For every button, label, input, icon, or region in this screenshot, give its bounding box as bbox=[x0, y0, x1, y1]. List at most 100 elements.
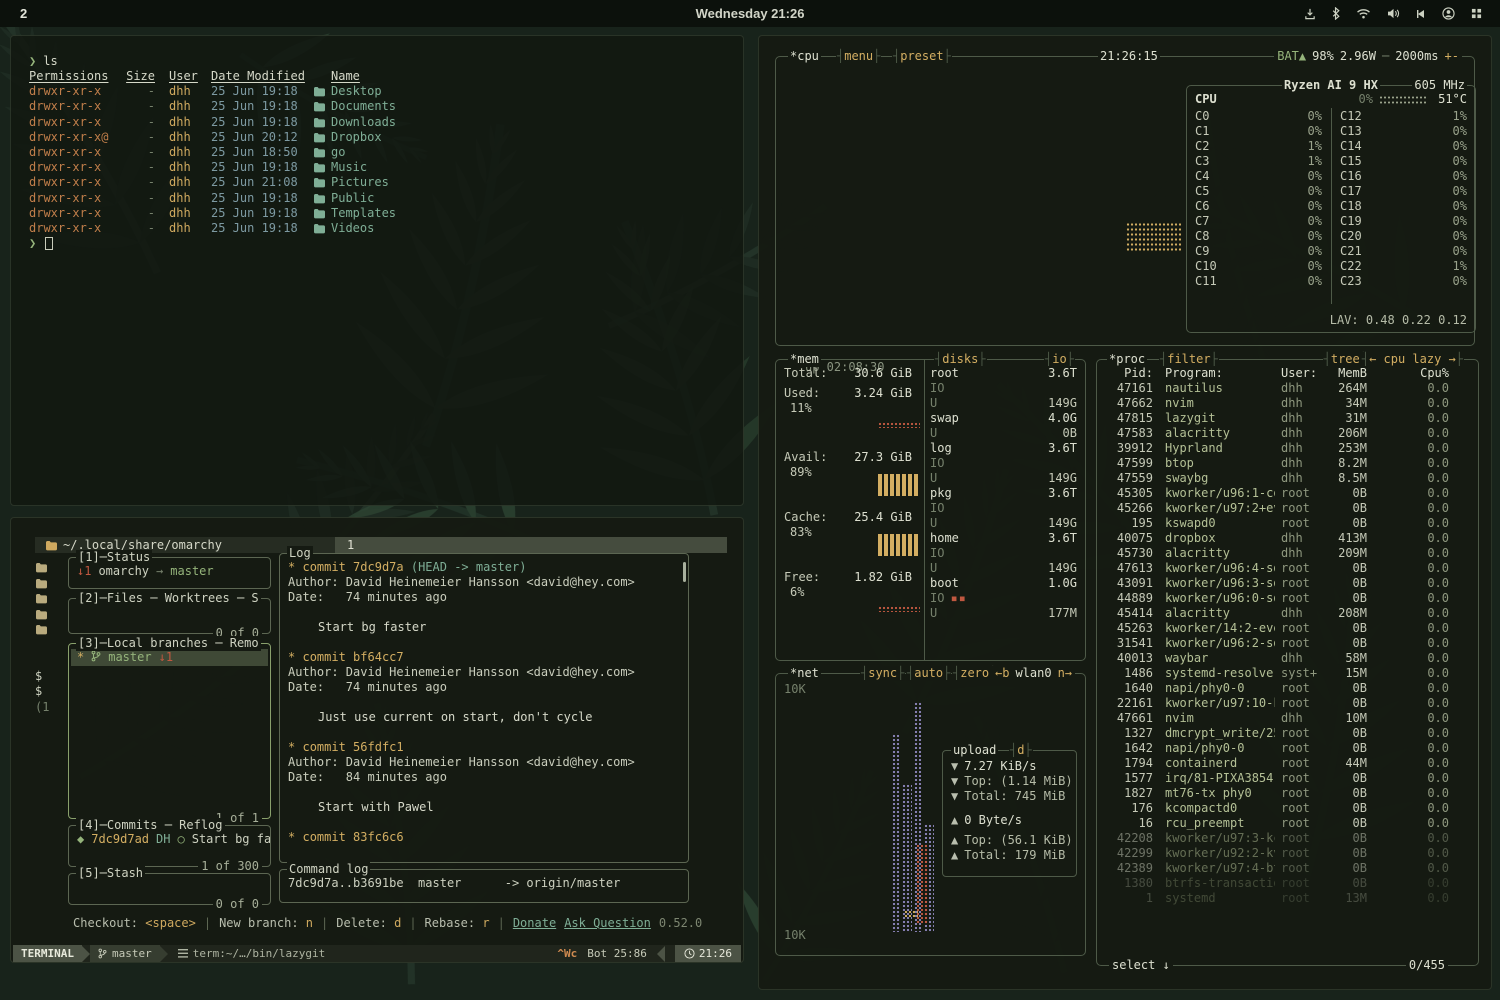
process-row[interactable]: 1 systemd root 13M 0.0 bbox=[1103, 891, 1449, 906]
process-row[interactable]: 1827 mt76-tx phy0 root 0B 0.0 bbox=[1103, 786, 1449, 801]
ask-question-link[interactable]: Ask Question bbox=[564, 916, 651, 931]
commit-entry[interactable]: * commit 83fc6c6 bbox=[288, 830, 678, 858]
commit-entry[interactable]: * commit 7dc9d7a (HEAD -> master) Author… bbox=[288, 560, 678, 650]
process-row[interactable]: 42208 kworker/u97:3-kc root 0B 0.0 bbox=[1103, 831, 1449, 846]
panel-local-branches[interactable]: [3]─Local branches ─ Remo * master ↓1 1 … bbox=[68, 643, 271, 819]
sync-button[interactable]: sync bbox=[860, 666, 905, 681]
header-user[interactable]: User: bbox=[1281, 366, 1327, 381]
process-row[interactable]: 31541 kworker/u96:2-sd root 0B 0.0 bbox=[1103, 636, 1449, 651]
process-row[interactable]: 42299 kworker/u92:2-kv root 0B 0.0 bbox=[1103, 846, 1449, 861]
interval-buttons[interactable]: +- bbox=[1445, 49, 1459, 64]
zero-button[interactable]: zero bbox=[952, 666, 997, 681]
donate-link[interactable]: Donate bbox=[513, 916, 556, 931]
process-row[interactable]: 47661 nvim dhh 10M 0.0 bbox=[1103, 711, 1449, 726]
panel-title[interactable]: [5]─Stash bbox=[76, 866, 145, 881]
preset-button[interactable]: preset bbox=[892, 49, 952, 64]
download-icon[interactable] bbox=[1304, 8, 1316, 20]
mem-box-title[interactable]: *mem bbox=[788, 352, 821, 367]
panel-commits[interactable]: [4]─Commits ─ Reflog ◆ 7dc9d7ad DH ○ Sta… bbox=[68, 825, 271, 867]
pid: 47161 bbox=[1103, 381, 1153, 396]
process-row[interactable]: 47583 alacritty dhh 206M 0.0 bbox=[1103, 426, 1449, 441]
panel-command-log[interactable]: Command log 7dc9d7a..b3691be master -> o… bbox=[279, 869, 689, 903]
panel-title[interactable]: [4]─Commits ─ Reflog bbox=[76, 818, 225, 833]
process-row[interactable]: 195 kswapd0 root 0B 0.0 bbox=[1103, 516, 1449, 531]
process-row[interactable]: 176 kcompactd0 root 0B 0.0 bbox=[1103, 801, 1449, 816]
panel-title[interactable]: Log bbox=[287, 546, 313, 561]
interface-switcher[interactable]: ←b wlan0 n→ bbox=[992, 666, 1075, 681]
process-row[interactable]: 1380 btrfs-transactio root 0B 0.0 bbox=[1103, 876, 1449, 891]
header-memb[interactable]: MemB bbox=[1327, 366, 1367, 381]
header-pid[interactable]: Pid: bbox=[1103, 366, 1153, 381]
process-row[interactable]: 39912 Hyprland dhh 253M 0.0 bbox=[1103, 441, 1449, 456]
disks-toggle[interactable]: disks bbox=[934, 352, 987, 367]
panel-log[interactable]: Log * commit 7dc9d7a (HEAD -> master) Au… bbox=[279, 553, 689, 863]
panel-files[interactable]: [2]─Files ─ Worktrees ─ S 0 of 0 bbox=[68, 598, 271, 634]
process-row[interactable]: 1794 containerd root 44M 0.0 bbox=[1103, 756, 1449, 771]
menu-button[interactable]: menu bbox=[836, 49, 881, 64]
panel-status[interactable]: [1]─Status ↓1 omarchy → master bbox=[68, 557, 271, 589]
panel-title[interactable]: Command log bbox=[287, 862, 370, 877]
process-row[interactable]: 47815 lazygit dhh 31M 0.0 bbox=[1103, 411, 1449, 426]
io-toggle[interactable]: io bbox=[1044, 352, 1075, 367]
process-row[interactable]: 45305 kworker/u96:1-co root 0B 0.0 bbox=[1103, 486, 1449, 501]
process-row[interactable]: 45266 kworker/u97:2+ev root 0B 0.0 bbox=[1103, 501, 1449, 516]
folder-icon[interactable] bbox=[35, 607, 65, 623]
process-row[interactable]: 47613 kworker/u96:4-sd root 0B 0.0 bbox=[1103, 561, 1449, 576]
wifi-icon[interactable] bbox=[1356, 8, 1371, 19]
process-row[interactable]: 45263 kworker/14:2-eve root 0B 0.0 bbox=[1103, 621, 1449, 636]
panel-title[interactable]: [3]─Local branches ─ Remo bbox=[76, 636, 261, 651]
folder-icon[interactable] bbox=[35, 622, 65, 638]
volume-icon[interactable] bbox=[1387, 8, 1400, 19]
process-row[interactable]: 44889 kworker/u96:0-sd root 0B 0.0 bbox=[1103, 591, 1449, 606]
process-row[interactable]: 1640 napi/phy0-0 root 0B 0.0 bbox=[1103, 681, 1449, 696]
prompt-line-input[interactable]: ❯ bbox=[29, 236, 731, 251]
proc-box-title[interactable]: *proc bbox=[1107, 352, 1147, 367]
process-row[interactable]: 1577 irq/81-PIXA3854: root 0B 0.0 bbox=[1103, 771, 1449, 786]
media-prev-icon[interactable] bbox=[1416, 9, 1426, 19]
workspace-indicator[interactable]: 2 bbox=[20, 6, 27, 21]
folder-icon[interactable] bbox=[35, 591, 65, 607]
process-row[interactable]: 47161 nautilus dhh 264M 0.0 bbox=[1103, 381, 1449, 396]
process-row[interactable]: 42389 kworker/u97:4-bt root 0B 0.0 bbox=[1103, 861, 1449, 876]
panel-stash[interactable]: [5]─Stash 0 of 0 bbox=[68, 873, 271, 905]
process-row[interactable]: 45414 alacritty dhh 208M 0.0 bbox=[1103, 606, 1449, 621]
folder-icon[interactable] bbox=[35, 560, 65, 576]
commit-entry[interactable]: * commit 56fdfc1 Author: David Heinemeie… bbox=[288, 740, 678, 830]
panel-title[interactable]: [1]─Status bbox=[76, 550, 152, 565]
bluetooth-icon[interactable] bbox=[1332, 7, 1340, 20]
process-row[interactable]: 16 rcu_preempt root 0B 0.0 bbox=[1103, 816, 1449, 831]
sort-selector[interactable]: ← cpu lazy → bbox=[1361, 352, 1464, 367]
select-button[interactable]: select ↓ bbox=[1109, 958, 1173, 973]
panel-title[interactable]: [2]─Files ─ Worktrees ─ S bbox=[76, 591, 261, 606]
process-row[interactable]: 43091 kworker/u96:3-sd root 0B 0.0 bbox=[1103, 576, 1449, 591]
header-program[interactable]: Program: bbox=[1165, 366, 1275, 381]
process-row[interactable]: 22161 kworker/u97:10-k root 0B 0.0 bbox=[1103, 696, 1449, 711]
process-row[interactable]: 47599 btop dhh 8.2M 0.0 bbox=[1103, 456, 1449, 471]
topbar-clock[interactable]: Wednesday 21:26 bbox=[696, 0, 805, 27]
process-row[interactable]: 40075 dropbox dhh 413M 0.0 bbox=[1103, 531, 1449, 546]
iface-next[interactable]: n→ bbox=[1058, 666, 1072, 681]
process-row[interactable]: 1642 napi/phy0-0 root 0B 0.0 bbox=[1103, 741, 1449, 756]
commit-entry[interactable]: * commit bf64cc7 Author: David Heinemeie… bbox=[288, 650, 678, 740]
apps-grid-icon[interactable] bbox=[1471, 8, 1482, 19]
folder-icon[interactable] bbox=[35, 576, 65, 592]
scrollbar-thumb[interactable] bbox=[683, 562, 686, 582]
cpu-box-title[interactable]: *cpu bbox=[788, 49, 821, 64]
net-detail-button[interactable]: d bbox=[1009, 743, 1033, 758]
filter-button[interactable]: filter bbox=[1159, 352, 1219, 367]
process-row[interactable]: 1486 systemd-resolve syst+ 15M 0.0 bbox=[1103, 666, 1449, 681]
account-icon[interactable] bbox=[1442, 7, 1455, 20]
branch-row-selected[interactable]: * master ↓1 bbox=[71, 649, 268, 666]
net-box-title[interactable]: *net bbox=[788, 666, 821, 681]
auto-button[interactable]: auto bbox=[906, 666, 951, 681]
process-row[interactable]: 47662 nvim dhh 34M 0.0 bbox=[1103, 396, 1449, 411]
process-row[interactable]: 1327 dmcrypt_write/25 root 0B 0.0 bbox=[1103, 726, 1449, 741]
header-cpu[interactable]: Cpu% bbox=[1415, 366, 1449, 381]
tab-1[interactable]: 1 bbox=[335, 537, 727, 553]
iface-prev[interactable]: ←b bbox=[995, 666, 1009, 681]
process-row[interactable]: 40013 waybar dhh 58M 0.0 bbox=[1103, 651, 1449, 666]
text-cursor[interactable] bbox=[45, 237, 53, 250]
process-row[interactable]: 47559 swaybg dhh 8.5M 0.0 bbox=[1103, 471, 1449, 486]
core-name: C6 bbox=[1195, 199, 1225, 214]
process-row[interactable]: 45730 alacritty dhh 209M 0.0 bbox=[1103, 546, 1449, 561]
